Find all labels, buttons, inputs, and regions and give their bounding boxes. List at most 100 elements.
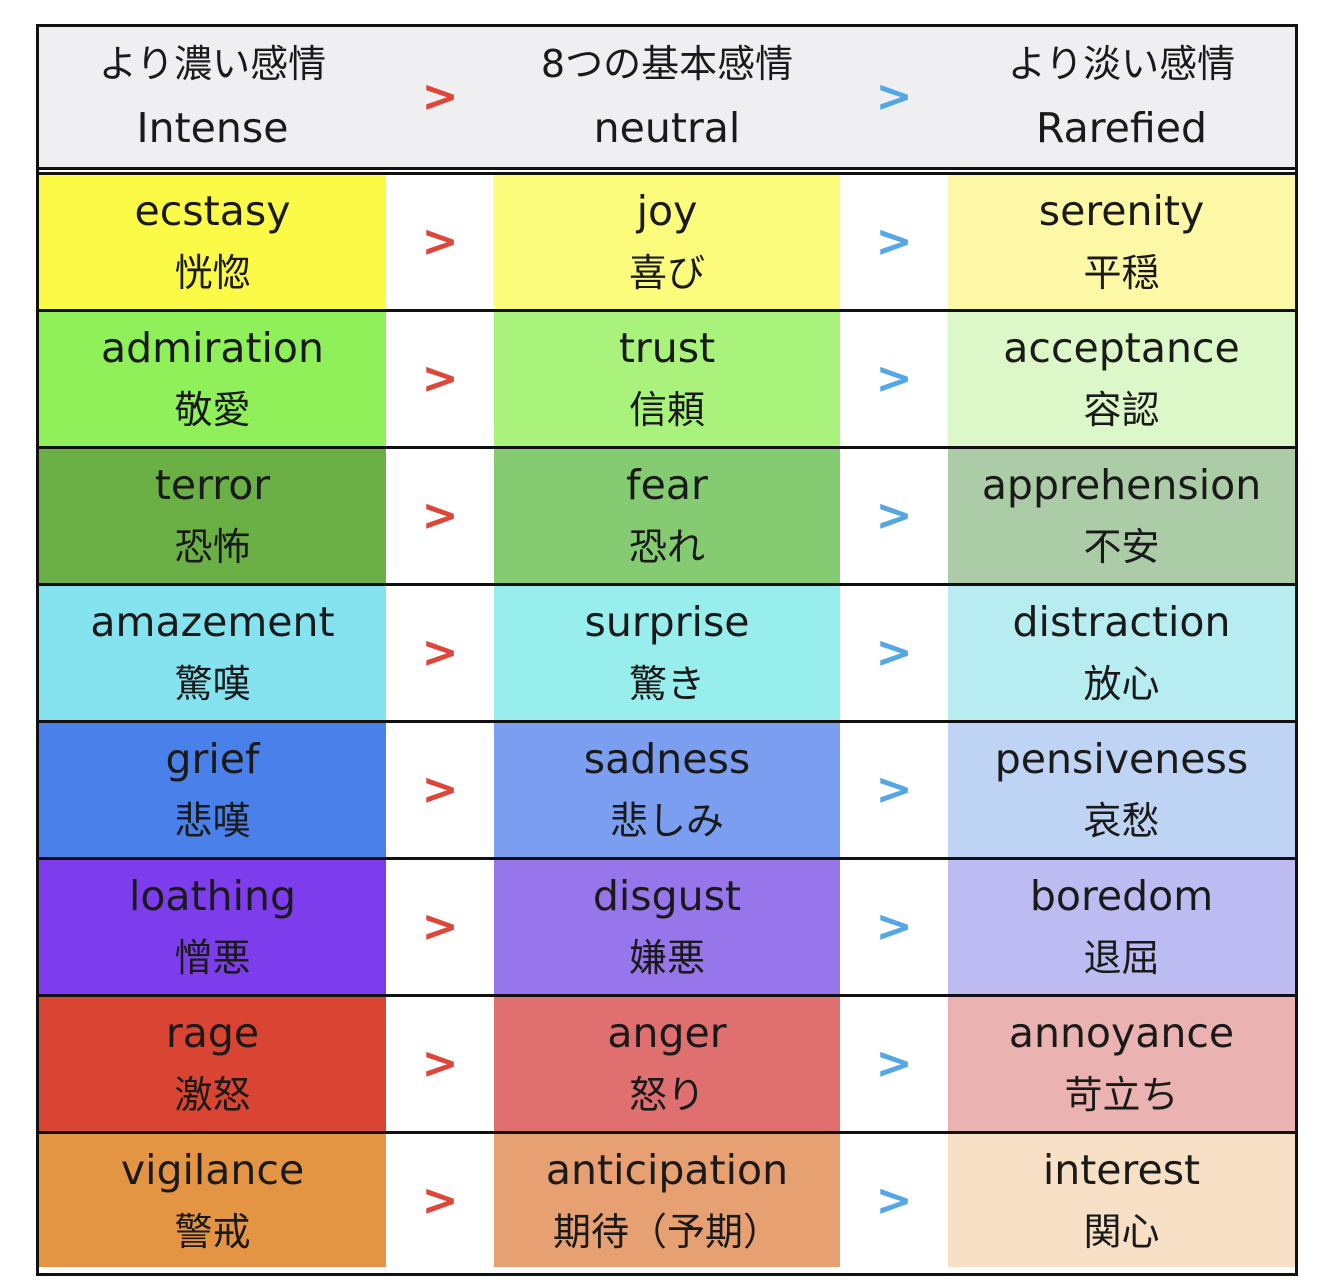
emotion-cell-neutral: disgust 嫌悪 <box>494 860 840 994</box>
emotion-cell-intense: amazement 驚嘆 <box>39 586 386 720</box>
emotion-label-ja: 恐怖 <box>174 525 251 569</box>
emotion-label-en: serenity <box>1038 187 1205 235</box>
emotion-label-en: disgust <box>592 872 742 920</box>
emotion-cell-intense: grief 悲嘆 <box>39 723 386 857</box>
emotion-cell-rarefied: apprehension 不安 <box>948 449 1295 583</box>
emotion-cell-rarefied: pensiveness 哀愁 <box>948 723 1295 857</box>
emotion-label-en: terror <box>154 461 271 509</box>
arrow-blue-icon: > <box>875 1174 913 1226</box>
emotion-label-ja: 怒り <box>628 1073 705 1117</box>
emotion-label-en: amazement <box>90 598 335 646</box>
emotion-label-ja: 関心 <box>1083 1209 1160 1254</box>
emotion-label-ja: 恐れ <box>628 525 705 569</box>
emotion-cell-neutral: sadness 悲しみ <box>494 723 840 857</box>
emotion-label-en: annoyance <box>1008 1009 1235 1057</box>
emotion-cell-neutral: anticipation 期待（予期） <box>494 1134 840 1267</box>
arrow-red-icon: > <box>421 627 459 678</box>
emotion-cell-neutral: joy 喜び <box>494 175 840 309</box>
emotion-label-ja: 驚嘆 <box>174 662 251 706</box>
emotion-label-en: vigilance <box>120 1145 305 1194</box>
emotion-label-en: grief <box>165 735 260 783</box>
emotion-label-ja: 苛立ち <box>1064 1073 1179 1117</box>
arrow-blue-icon: > <box>875 901 913 952</box>
emotion-label-ja: 喜び <box>628 251 705 295</box>
arrow-red-icon: > <box>421 764 459 815</box>
emotion-label-en: boredom <box>1029 872 1214 920</box>
emotion-cell-intense: rage 激怒 <box>39 997 386 1131</box>
emotion-cell-neutral: trust 信頼 <box>494 312 840 446</box>
header-rarefied-ja: より淡い感情 <box>1007 42 1236 86</box>
arrow-blue-icon: > <box>875 627 913 678</box>
emotion-label-en: apprehension <box>981 461 1262 509</box>
header-arrow-red-icon: > <box>421 71 459 122</box>
table-header: より濃い感情 Intense > 8つの基本感情 neutral > より淡い感… <box>39 27 1295 167</box>
emotion-label-en: fear <box>626 461 708 509</box>
arrow-red-icon: > <box>421 216 459 267</box>
emotion-cell-neutral: fear 恐れ <box>494 449 840 583</box>
arrow-red-icon: > <box>421 1038 459 1089</box>
emotion-label-ja: 期待（予期） <box>552 1209 781 1254</box>
emotion-label-en: acceptance <box>1003 324 1240 372</box>
arrow-blue-icon: > <box>875 353 913 404</box>
emotion-table: より濃い感情 Intense > 8つの基本感情 neutral > より淡い感… <box>36 24 1298 1276</box>
emotion-label-ja: 平穏 <box>1083 251 1160 295</box>
header-intense-ja: より濃い感情 <box>98 42 327 86</box>
emotion-label-en: interest <box>1042 1145 1201 1194</box>
header-neutral: 8つの基本感情 neutral <box>494 27 840 167</box>
emotion-label-ja: 憎悪 <box>174 936 251 980</box>
emotion-cell-neutral: surprise 驚き <box>494 586 840 720</box>
header-rarefied: より淡い感情 Rarefied <box>948 27 1295 167</box>
emotion-cell-rarefied: acceptance 容認 <box>948 312 1295 446</box>
header-divider-top <box>39 167 1295 170</box>
emotion-label-ja: 放心 <box>1083 662 1160 706</box>
emotion-cell-rarefied: serenity 平穏 <box>948 175 1295 309</box>
emotion-label-en: rage <box>165 1009 260 1057</box>
header-arrow-blue-icon: > <box>875 71 913 122</box>
arrow-red-icon: > <box>421 490 459 541</box>
emotion-label-ja: 激怒 <box>174 1073 251 1117</box>
header-neutral-ja: 8つの基本感情 <box>540 42 794 86</box>
header-intense-en: Intense <box>136 104 289 152</box>
emotion-label-ja: 哀愁 <box>1083 799 1160 843</box>
emotion-label-ja: 不安 <box>1083 525 1160 569</box>
emotion-label-ja: 嫌悪 <box>628 936 705 980</box>
emotion-label-en: pensiveness <box>994 735 1249 783</box>
emotion-label-ja: 驚き <box>628 662 705 706</box>
emotion-cell-rarefied: interest 関心 <box>948 1134 1295 1267</box>
emotion-label-ja: 敬愛 <box>174 388 251 432</box>
header-intense: より濃い感情 Intense <box>39 27 386 167</box>
emotion-label-en: distraction <box>1012 598 1231 646</box>
emotion-label-ja: 悲しみ <box>609 799 724 843</box>
emotion-label-en: anticipation <box>545 1145 789 1194</box>
emotion-cell-rarefied: distraction 放心 <box>948 586 1295 720</box>
emotion-label-ja: 悲嘆 <box>174 799 251 843</box>
emotion-cell-rarefied: annoyance 苛立ち <box>948 997 1295 1131</box>
arrow-red-icon: > <box>421 901 459 952</box>
emotion-label-en: ecstasy <box>134 187 291 235</box>
emotion-label-en: joy <box>636 187 698 235</box>
emotion-label-en: trust <box>618 324 716 372</box>
emotion-label-ja: 容認 <box>1083 388 1160 432</box>
header-rarefied-en: Rarefied <box>1036 104 1207 152</box>
emotion-label-en: sadness <box>583 735 751 783</box>
emotion-cell-intense: vigilance 警戒 <box>39 1134 386 1267</box>
header-neutral-en: neutral <box>593 104 741 152</box>
emotion-cell-intense: ecstasy 恍惚 <box>39 175 386 309</box>
emotion-label-ja: 警戒 <box>174 1209 251 1254</box>
emotion-cell-intense: terror 恐怖 <box>39 449 386 583</box>
emotion-label-en: admiration <box>101 324 324 372</box>
arrow-blue-icon: > <box>875 490 913 541</box>
emotion-label-ja: 恍惚 <box>174 251 251 295</box>
arrow-blue-icon: > <box>875 216 913 267</box>
emotion-cell-intense: loathing 憎悪 <box>39 860 386 994</box>
emotion-label-en: loathing <box>128 872 297 920</box>
emotion-cell-neutral: anger 怒り <box>494 997 840 1131</box>
emotion-label-ja: 退屈 <box>1083 936 1160 980</box>
arrow-red-icon: > <box>421 1174 459 1226</box>
emotion-cell-rarefied: boredom 退屈 <box>948 860 1295 994</box>
emotion-cell-intense: admiration 敬愛 <box>39 312 386 446</box>
arrow-blue-icon: > <box>875 764 913 815</box>
emotion-label-ja: 信頼 <box>628 388 705 432</box>
arrow-red-icon: > <box>421 353 459 404</box>
emotion-label-en: anger <box>607 1009 727 1057</box>
